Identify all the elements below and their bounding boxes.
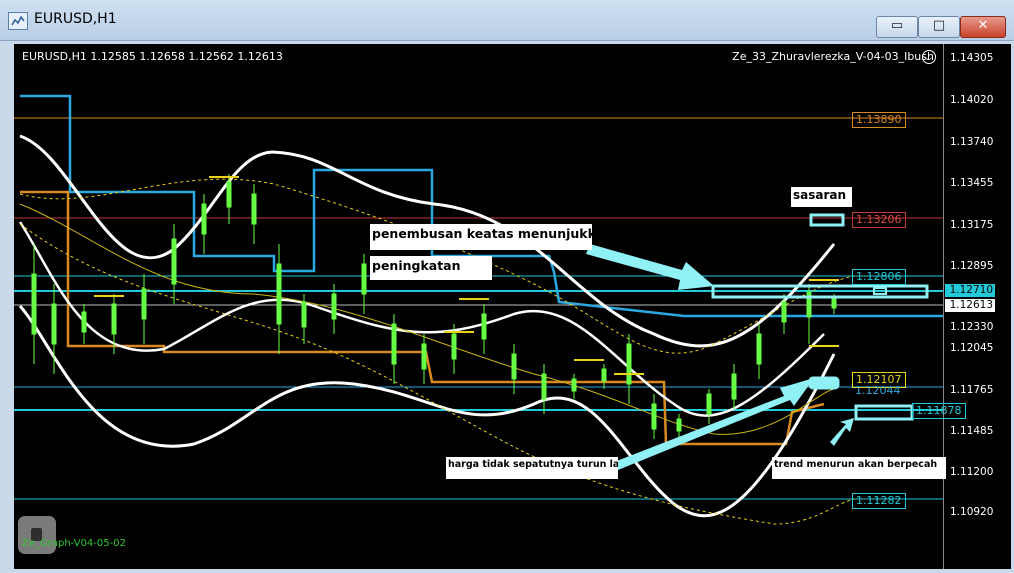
minimize-icon: ▭ — [890, 18, 904, 33]
window-titlebar: EURUSD,H1 ▭ □ ✕ — [0, 0, 1014, 41]
red-level-label: 1.13206 — [852, 212, 906, 228]
target-annotation: sasaran — [791, 187, 852, 207]
cyan-upper-label: 1.12806 — [852, 269, 906, 285]
no-drop-annotation: harga tidak sepatutnya turun lagi — [446, 457, 618, 479]
price-label: 1.11485 — [950, 425, 994, 437]
target-box — [809, 213, 845, 227]
cyan-mid-label: 1.11878 — [912, 403, 966, 419]
price-label: 1.13175 — [950, 219, 994, 231]
candlesticks — [31, 174, 837, 439]
blue-level-label: 1.12044 — [855, 384, 901, 397]
support-box — [808, 376, 840, 390]
downtrend-annotation: trend menurun akan berpecah — [772, 457, 946, 479]
price-label: 1.14305 — [950, 52, 994, 64]
maximize-icon: □ — [932, 18, 946, 33]
maximize-button[interactable]: □ — [918, 16, 960, 38]
expert-smile-icon — [922, 50, 936, 64]
price-label: 1.11765 — [950, 384, 994, 396]
close-icon: ✕ — [977, 18, 989, 33]
price-label: 1.14020 — [950, 94, 994, 106]
chart-window-icon — [8, 12, 28, 30]
price-high-label: 1.12710 — [945, 284, 995, 297]
rise-annotation: peningkatan — [370, 256, 492, 280]
minimize-button[interactable]: ▭ — [876, 16, 918, 38]
breakout-annotation: penembusan keatas menunjukkan pe — [370, 224, 592, 250]
downtrend-arrow — [830, 418, 854, 446]
price-label: 1.12330 — [950, 321, 994, 333]
orange-level-label: 1.13890 — [852, 112, 906, 128]
price-label: 1.12895 — [950, 260, 994, 272]
window-title: EURUSD,H1 — [34, 11, 117, 27]
close-button[interactable]: ✕ — [960, 16, 1006, 38]
current-price-label: 1.12613 — [945, 299, 995, 312]
price-label: 1.12045 — [950, 342, 994, 354]
cyan-low-label: 1.11282 — [852, 493, 906, 509]
indicator-footer: Ze_Graph-V04-05-02 — [22, 538, 126, 549]
price-label: 1.11200 — [950, 466, 994, 478]
price-label: 1.13740 — [950, 136, 994, 148]
downtrend-box — [854, 404, 914, 421]
chart-header: EURUSD,H1 1.12585 1.12658 1.12562 1.1261… — [22, 50, 283, 63]
price-label: 1.13455 — [950, 177, 994, 189]
expert-name: Ze_33_Zhuravlerezka_V-04-03_Ibush — [732, 50, 934, 63]
breakout-arrow — [586, 244, 714, 290]
price-chart[interactable]: EURUSD,H1 1.12585 1.12658 1.12562 1.1261… — [14, 44, 1011, 569]
price-label: 1.10920 — [950, 506, 994, 518]
